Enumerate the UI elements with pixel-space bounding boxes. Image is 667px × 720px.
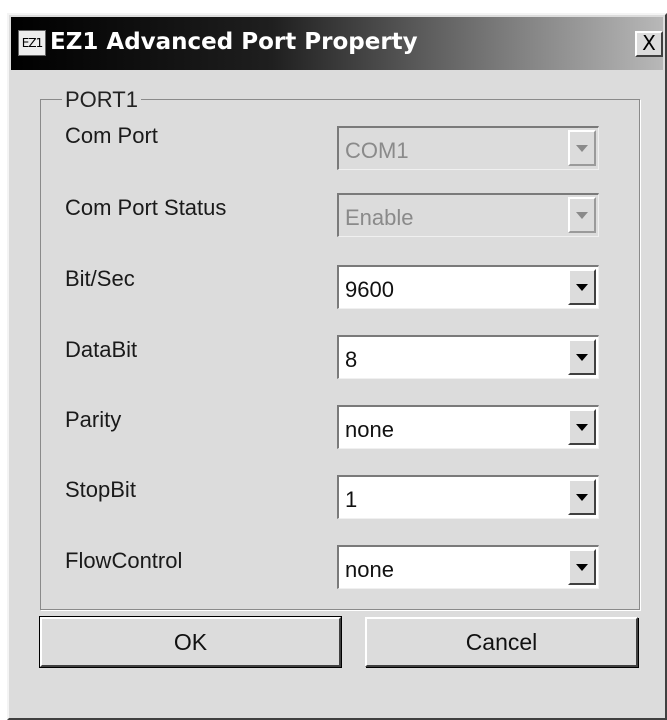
bit-sec-select[interactable]: 9600	[337, 265, 599, 309]
parity-dropdown-button[interactable]	[568, 409, 596, 445]
stopbit-select[interactable]: 1	[337, 475, 599, 519]
flowcontrol-value: none	[345, 557, 394, 582]
bit-sec-value: 9600	[345, 277, 394, 302]
app-icon[interactable]: EZ1	[18, 30, 46, 56]
chevron-down-icon	[576, 212, 588, 219]
parity-select[interactable]: none	[337, 405, 599, 449]
close-icon: X	[642, 31, 656, 55]
databit-label: DataBit	[65, 337, 138, 362]
chevron-down-icon	[576, 145, 588, 152]
close-button[interactable]: X	[635, 31, 663, 57]
databit-value: 8	[345, 347, 358, 372]
parity-label: Parity	[65, 407, 122, 432]
window-title: EZ1 Advanced Port Property	[50, 29, 418, 55]
dialog-window: EZ1 EZ1 Advanced Port Property X PORT1 C…	[7, 13, 667, 720]
stopbit-dropdown-button[interactable]	[568, 479, 596, 515]
com-port-status-select: Enable	[337, 193, 599, 237]
group-title: PORT1	[62, 89, 141, 111]
com-port-status-label: Com Port Status	[65, 195, 227, 220]
flowcontrol-select[interactable]: none	[337, 545, 599, 589]
chevron-down-icon	[576, 494, 588, 501]
ok-button[interactable]: OK	[39, 616, 342, 668]
com-port-status-value: Enable	[345, 205, 414, 230]
databit-select[interactable]: 8	[337, 335, 599, 379]
databit-dropdown-button[interactable]	[568, 339, 596, 375]
parity-value: none	[345, 417, 394, 442]
stopbit-label: StopBit	[65, 477, 136, 502]
bit-sec-dropdown-button[interactable]	[568, 269, 596, 305]
chevron-down-icon	[576, 284, 588, 291]
title-bar[interactable]: EZ1 EZ1 Advanced Port Property X	[11, 17, 663, 70]
flowcontrol-dropdown-button[interactable]	[568, 549, 596, 585]
com-port-value: COM1	[345, 138, 409, 163]
com-port-label: Com Port	[65, 123, 158, 148]
com-port-dropdown-button	[568, 130, 596, 166]
stopbit-value: 1	[345, 487, 358, 512]
chevron-down-icon	[576, 424, 588, 431]
cancel-button[interactable]: Cancel	[365, 617, 638, 667]
flowcontrol-label: FlowControl	[65, 548, 183, 573]
bit-sec-label: Bit/Sec	[65, 266, 135, 291]
chevron-down-icon	[576, 354, 588, 361]
com-port-status-dropdown-button	[568, 197, 596, 233]
chevron-down-icon	[576, 564, 588, 571]
com-port-select: COM1	[337, 126, 599, 170]
